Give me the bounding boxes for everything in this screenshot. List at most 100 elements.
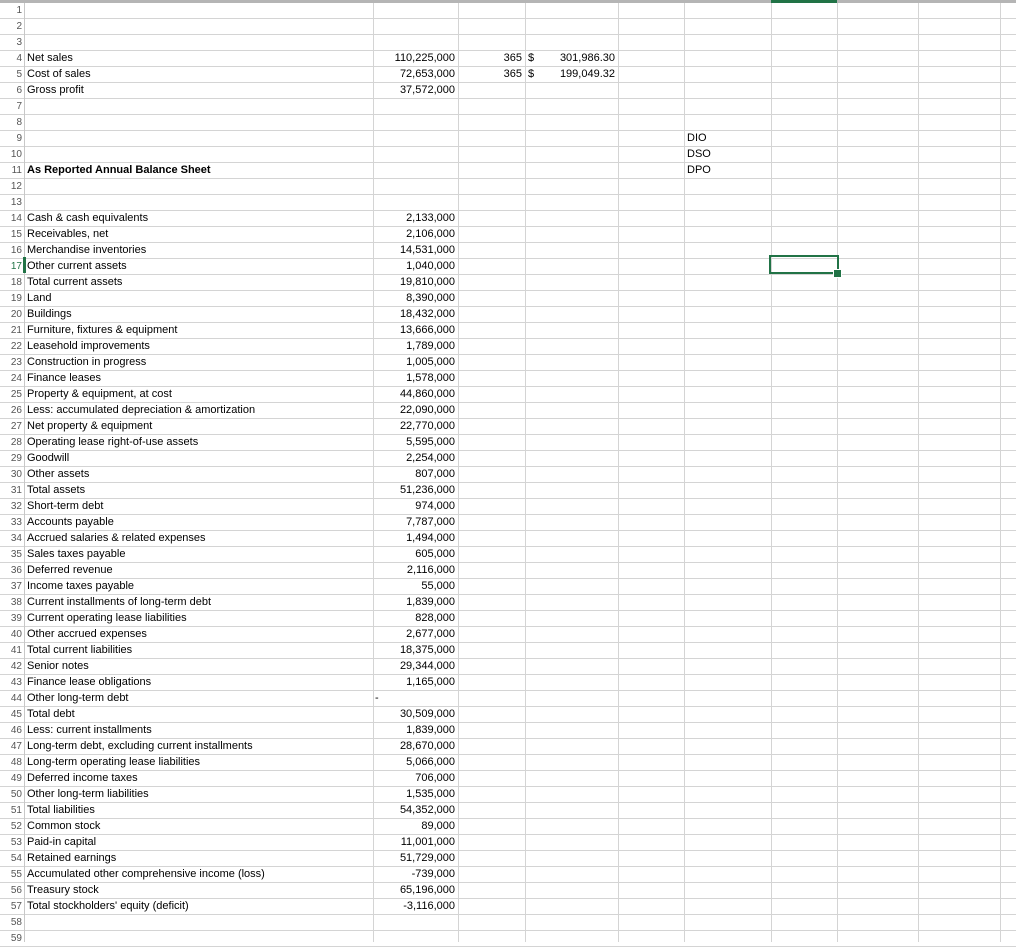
- line-item-value[interactable]: 18,432,000: [373, 307, 458, 322]
- row-number[interactable]: 9: [0, 131, 22, 146]
- row-number[interactable]: 34: [0, 531, 22, 546]
- line-item-value[interactable]: 14,531,000: [373, 243, 458, 258]
- cost-of-sales-value[interactable]: 72,653,000: [373, 67, 458, 82]
- row-number[interactable]: 42: [0, 659, 22, 674]
- line-item-value[interactable]: 51,729,000: [373, 851, 458, 866]
- row-number[interactable]: 41: [0, 643, 22, 658]
- row-number[interactable]: 25: [0, 387, 22, 402]
- row-number[interactable]: 4: [0, 51, 22, 66]
- line-item-value[interactable]: 18,375,000: [373, 643, 458, 658]
- row-number[interactable]: 56: [0, 883, 22, 898]
- row-number[interactable]: 44: [0, 691, 22, 706]
- line-item-label[interactable]: Less: accumulated depreciation & amortiz…: [24, 403, 373, 418]
- line-item-value[interactable]: 19,810,000: [373, 275, 458, 290]
- line-item-label[interactable]: Buildings: [24, 307, 373, 322]
- line-item-label[interactable]: Common stock: [24, 819, 373, 834]
- row-number[interactable]: 35: [0, 547, 22, 562]
- row-number[interactable]: 3: [0, 35, 22, 50]
- line-item-label[interactable]: Other long-term debt: [24, 691, 373, 706]
- line-item-label[interactable]: Short-term debt: [24, 499, 373, 514]
- row-number[interactable]: 15: [0, 227, 22, 242]
- line-item-value[interactable]: -: [373, 691, 458, 706]
- row-number[interactable]: 59: [0, 931, 22, 946]
- line-item-label[interactable]: Land: [24, 291, 373, 306]
- row-number[interactable]: 18: [0, 275, 22, 290]
- row-number[interactable]: 49: [0, 771, 22, 786]
- line-item-value[interactable]: 807,000: [373, 467, 458, 482]
- row-number[interactable]: 29: [0, 451, 22, 466]
- row-number[interactable]: 10: [0, 147, 22, 162]
- line-item-label[interactable]: Furniture, fixtures & equipment: [24, 323, 373, 338]
- row-number[interactable]: 1: [0, 3, 22, 18]
- line-item-value[interactable]: 2,116,000: [373, 563, 458, 578]
- row-number[interactable]: 16: [0, 243, 22, 258]
- line-item-label[interactable]: Total assets: [24, 483, 373, 498]
- row-number[interactable]: 55: [0, 867, 22, 882]
- line-item-label[interactable]: Sales taxes payable: [24, 547, 373, 562]
- net-sales-value[interactable]: 110,225,000: [373, 51, 458, 66]
- line-item-label[interactable]: Property & equipment, at cost: [24, 387, 373, 402]
- line-item-label[interactable]: Leasehold improvements: [24, 339, 373, 354]
- balance-sheet-title[interactable]: As Reported Annual Balance Sheet: [24, 163, 373, 178]
- line-item-label[interactable]: Total current assets: [24, 275, 373, 290]
- line-item-value[interactable]: 44,860,000: [373, 387, 458, 402]
- line-item-value[interactable]: -3,116,000: [373, 899, 458, 914]
- line-item-value[interactable]: 5,595,000: [373, 435, 458, 450]
- line-item-value[interactable]: 2,677,000: [373, 627, 458, 642]
- row-number[interactable]: 32: [0, 499, 22, 514]
- row-number[interactable]: 37: [0, 579, 22, 594]
- line-item-label[interactable]: Merchandise inventories: [24, 243, 373, 258]
- line-item-label[interactable]: Total current liabilities: [24, 643, 373, 658]
- row-number[interactable]: 22: [0, 339, 22, 354]
- line-item-value[interactable]: 1,165,000: [373, 675, 458, 690]
- row-number[interactable]: 21: [0, 323, 22, 338]
- line-item-value[interactable]: 51,236,000: [373, 483, 458, 498]
- row-number[interactable]: 50: [0, 787, 22, 802]
- line-item-label[interactable]: Goodwill: [24, 451, 373, 466]
- line-item-label[interactable]: Other accrued expenses: [24, 627, 373, 642]
- line-item-label[interactable]: Total stockholders' equity (deficit): [24, 899, 373, 914]
- row-number[interactable]: 33: [0, 515, 22, 530]
- line-item-label[interactable]: Deferred revenue: [24, 563, 373, 578]
- row-number[interactable]: 8: [0, 115, 22, 130]
- cost-of-sales-days[interactable]: 365: [458, 67, 525, 82]
- row-number[interactable]: 11: [0, 163, 22, 178]
- dso-label[interactable]: DSO: [684, 147, 771, 162]
- gross-profit-label[interactable]: Gross profit: [24, 83, 373, 98]
- line-item-value[interactable]: 2,254,000: [373, 451, 458, 466]
- row-number[interactable]: 26: [0, 403, 22, 418]
- line-item-label[interactable]: Finance lease obligations: [24, 675, 373, 690]
- gross-profit-value[interactable]: 37,572,000: [373, 83, 458, 98]
- line-item-value[interactable]: 828,000: [373, 611, 458, 626]
- line-item-label[interactable]: Paid-in capital: [24, 835, 373, 850]
- line-item-label[interactable]: Current operating lease liabilities: [24, 611, 373, 626]
- line-item-value[interactable]: 2,133,000: [373, 211, 458, 226]
- line-item-label[interactable]: Income taxes payable: [24, 579, 373, 594]
- line-item-label[interactable]: Net property & equipment: [24, 419, 373, 434]
- cost-of-sales-label[interactable]: Cost of sales: [24, 67, 373, 82]
- line-item-value[interactable]: 1,789,000: [373, 339, 458, 354]
- line-item-label[interactable]: Operating lease right-of-use assets: [24, 435, 373, 450]
- row-number[interactable]: 40: [0, 627, 22, 642]
- line-item-value[interactable]: 1,040,000: [373, 259, 458, 274]
- line-item-value[interactable]: 8,390,000: [373, 291, 458, 306]
- line-item-value[interactable]: 1,578,000: [373, 371, 458, 386]
- line-item-label[interactable]: Finance leases: [24, 371, 373, 386]
- row-number[interactable]: 39: [0, 611, 22, 626]
- line-item-label[interactable]: Accumulated other comprehensive income (…: [24, 867, 373, 882]
- row-number[interactable]: 28: [0, 435, 22, 450]
- row-number[interactable]: 36: [0, 563, 22, 578]
- line-item-label[interactable]: Long-term debt, excluding current instal…: [24, 739, 373, 754]
- row-number[interactable]: 57: [0, 899, 22, 914]
- line-item-value[interactable]: 55,000: [373, 579, 458, 594]
- line-item-label[interactable]: Construction in progress: [24, 355, 373, 370]
- line-item-value[interactable]: 1,839,000: [373, 595, 458, 610]
- line-item-value[interactable]: 30,509,000: [373, 707, 458, 722]
- row-number[interactable]: 54: [0, 851, 22, 866]
- row-number[interactable]: 20: [0, 307, 22, 322]
- line-item-value[interactable]: 29,344,000: [373, 659, 458, 674]
- row-number[interactable]: 30: [0, 467, 22, 482]
- line-item-label[interactable]: Senior notes: [24, 659, 373, 674]
- line-item-label[interactable]: Less: current installments: [24, 723, 373, 738]
- line-item-value[interactable]: 54,352,000: [373, 803, 458, 818]
